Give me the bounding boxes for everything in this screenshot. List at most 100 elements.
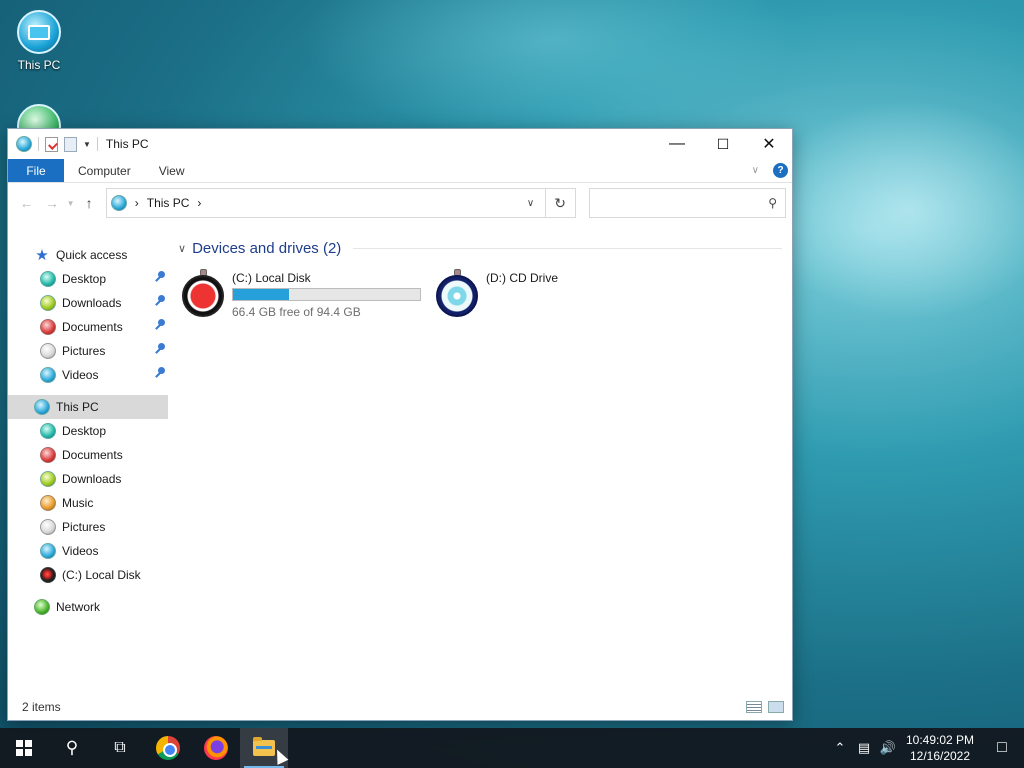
windows-logo-icon [16, 740, 32, 756]
network-icon [34, 599, 50, 615]
disk-usage-bar [232, 288, 421, 301]
breadcrumb-separator[interactable]: › [135, 196, 139, 210]
firefox-icon [204, 736, 228, 760]
new-folder-icon[interactable] [64, 136, 77, 152]
help-icon[interactable]: ? [773, 163, 788, 178]
drive-c-local-disk[interactable]: (C:) Local Disk 66.4 GB free of 94.4 GB [178, 265, 432, 323]
search-box[interactable]: ⚲ [588, 188, 786, 218]
search-input[interactable] [589, 190, 769, 216]
taskbar: ⚲ ⧉ ⌃ ▤ 🔊 10:49:02 PM 12/16/2022 □ [0, 728, 1024, 768]
music-icon [40, 495, 56, 511]
window-title: This PC [105, 137, 149, 151]
search-button[interactable]: ⚲ [48, 728, 96, 768]
sidebar-item-pc-desktop[interactable]: Desktop [8, 419, 168, 443]
drive-name: (D:) CD Drive [486, 271, 558, 285]
sidebar-item-pc-local-disk[interactable]: (C:) Local Disk [8, 563, 168, 587]
videos-icon [40, 543, 56, 559]
sidebar-item-documents[interactable]: Documents [8, 315, 168, 339]
pin-icon [154, 319, 166, 333]
sidebar-item-pc-music[interactable]: Music [8, 491, 168, 515]
pin-icon [154, 271, 166, 285]
pin-icon [154, 343, 166, 357]
search-icon: ⚲ [65, 738, 79, 757]
chrome-taskbar-button[interactable] [144, 728, 192, 768]
properties-icon[interactable] [45, 136, 58, 152]
up-button[interactable]: ↑ [76, 195, 101, 211]
expand-ribbon-icon[interactable]: ∨ [752, 165, 759, 176]
drive-d-cd-drive[interactable]: (D:) CD Drive [432, 265, 686, 323]
tab-view[interactable]: View [145, 159, 199, 182]
downloads-icon [40, 471, 56, 487]
close-button[interactable]: ✕ [746, 129, 792, 159]
videos-icon [40, 367, 56, 383]
address-dropdown-icon[interactable]: ∨ [517, 198, 545, 209]
sidebar-item-network[interactable]: Network [8, 595, 168, 619]
breadcrumb-separator[interactable]: › [197, 196, 201, 210]
network-tray-icon[interactable]: ▤ [852, 740, 876, 756]
drive-name: (C:) Local Disk [232, 271, 311, 285]
minimize-button[interactable]: — [654, 129, 700, 159]
recent-locations-button[interactable]: ▼ [65, 199, 77, 208]
refresh-button[interactable]: ↻ [545, 188, 576, 218]
content-pane: ∨ Devices and drives (2) (C:) Local Disk… [168, 223, 792, 693]
documents-icon [40, 319, 56, 335]
documents-icon [40, 447, 56, 463]
forward-button[interactable]: → [39, 195, 64, 211]
location-icon [110, 195, 127, 211]
wallpaper-highlight [300, 0, 800, 140]
clock[interactable]: 10:49:02 PM 12/16/2022 [900, 732, 980, 764]
back-button[interactable]: ← [14, 195, 39, 211]
desktop-icon [40, 271, 56, 287]
tab-file[interactable]: File [8, 159, 64, 182]
large-icons-view-button[interactable] [768, 700, 784, 713]
ribbon-tabs: File Computer View ∨ ? [8, 159, 792, 183]
task-view-button[interactable]: ⧉ [96, 728, 144, 768]
sidebar-item-desktop[interactable]: Desktop [8, 267, 168, 291]
cd-drive-icon [436, 269, 478, 319]
sidebar-item-downloads[interactable]: Downloads [8, 291, 168, 315]
volume-icon[interactable]: 🔊 [876, 740, 900, 756]
downloads-icon [40, 295, 56, 311]
local-disk-icon [40, 567, 56, 583]
wallpaper-highlight [760, 100, 1024, 320]
notifications-button[interactable]: □ [980, 728, 1024, 768]
tab-computer[interactable]: Computer [64, 159, 145, 182]
hard-disk-icon [182, 269, 224, 319]
customize-toolbar-icon[interactable]: ▼ [83, 140, 91, 149]
sidebar-item-pc-videos[interactable]: Videos [8, 539, 168, 563]
clock-time: 10:49:02 PM [905, 733, 975, 747]
desktop-icon-this-pc[interactable]: This PC [12, 10, 66, 72]
status-bar: 2 items [8, 693, 792, 720]
firefox-taskbar-button[interactable] [192, 728, 240, 768]
search-icon[interactable]: ⚲ [768, 196, 777, 210]
pictures-icon [40, 343, 56, 359]
details-view-button[interactable] [746, 700, 762, 713]
collapse-chevron-icon[interactable]: ∨ [178, 242, 186, 255]
breadcrumb-this-pc[interactable]: This PC [147, 196, 190, 210]
this-pc-icon [34, 399, 50, 415]
desktop-icon-label: This PC [17, 58, 61, 72]
start-button[interactable] [0, 728, 48, 768]
desktop-icon [40, 423, 56, 439]
disk-usage-fill [233, 289, 289, 300]
item-count: 2 items [22, 699, 61, 714]
sidebar-item-videos[interactable]: Videos [8, 363, 168, 387]
task-view-icon: ⧉ [114, 739, 126, 756]
show-hidden-icons-button[interactable]: ⌃ [828, 740, 852, 756]
pictures-icon [40, 519, 56, 535]
title-bar[interactable]: ▼ This PC — ☐ ✕ [8, 129, 792, 159]
sidebar-item-pc-downloads[interactable]: Downloads [8, 467, 168, 491]
system-tray: ⌃ ▤ 🔊 10:49:02 PM 12/16/2022 □ [828, 728, 1024, 768]
sidebar-item-this-pc[interactable]: This PC [8, 395, 168, 419]
group-header-devices[interactable]: ∨ Devices and drives (2) [178, 237, 782, 259]
sidebar-item-pc-documents[interactable]: Documents [8, 443, 168, 467]
sidebar-item-pc-pictures[interactable]: Pictures [8, 515, 168, 539]
sidebar-item-pictures[interactable]: Pictures [8, 339, 168, 363]
clock-date: 12/16/2022 [909, 749, 971, 763]
pin-icon [154, 367, 166, 381]
window-icon [16, 136, 32, 152]
sidebar-item-quick-access[interactable]: ★ Quick access [8, 243, 168, 267]
maximize-button[interactable]: ☐ [700, 129, 746, 159]
this-pc-icon [17, 10, 61, 54]
address-bar[interactable]: › This PC › ∨ [105, 188, 546, 218]
